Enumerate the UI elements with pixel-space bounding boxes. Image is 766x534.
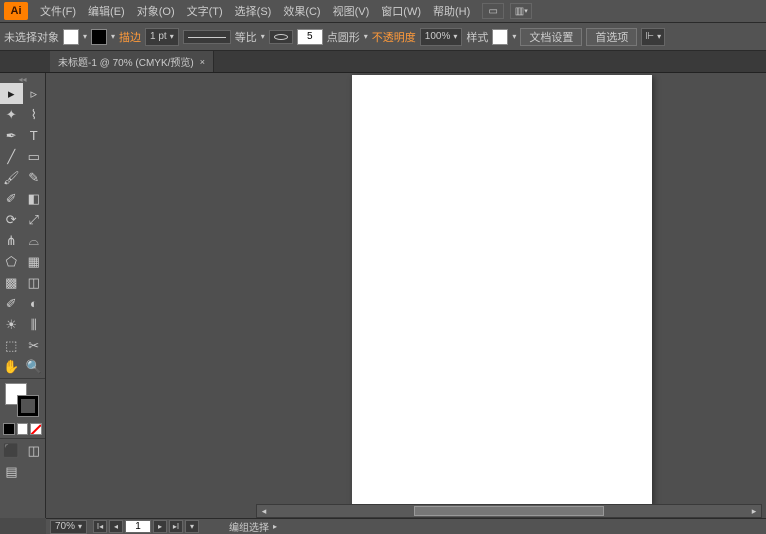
close-icon[interactable]: ×: [200, 57, 205, 67]
style-swatch[interactable]: [492, 29, 508, 45]
menubar: Ai 文件(F) 编辑(E) 对象(O) 文字(T) 选择(S) 效果(C) 视…: [0, 0, 766, 23]
stroke-dropdown-icon[interactable]: ▾: [111, 32, 115, 41]
pen-tool[interactable]: ✒: [0, 125, 23, 146]
blob-brush-tool[interactable]: ✐: [0, 188, 23, 209]
menu-select[interactable]: 选择(S): [229, 0, 278, 22]
direct-selection-tool[interactable]: ▹: [23, 83, 46, 104]
rectangle-tool[interactable]: ▭: [23, 146, 46, 167]
style-label: 样式: [466, 29, 488, 45]
document-setup-button[interactable]: 文档设置: [520, 28, 582, 46]
menu-file[interactable]: 文件(F): [34, 0, 82, 22]
eraser-tool[interactable]: ◧: [23, 188, 46, 209]
zoom-level-dropdown[interactable]: 70%▾: [50, 520, 87, 534]
stroke-profile-preview[interactable]: [183, 30, 231, 44]
draw-normal-icon[interactable]: ⬛: [0, 440, 23, 461]
blend-tool[interactable]: ◐: [23, 293, 46, 314]
toolbox-grip-icon[interactable]: ◂◂: [0, 75, 45, 83]
status-hint-arrow-icon[interactable]: ▸: [273, 522, 277, 531]
mesh-tool[interactable]: ▩: [0, 272, 23, 293]
scroll-right-icon[interactable]: ▸: [747, 506, 761, 517]
fill-dropdown-icon[interactable]: ▾: [83, 32, 87, 41]
rotate-tool[interactable]: ⟳: [0, 209, 23, 230]
menu-effect[interactable]: 效果(C): [277, 0, 326, 22]
app-logo-icon: Ai: [4, 2, 28, 20]
status-bar: 70%▾ I◂ ◂ ▸ ▸I ▾ 编组选择 ▸: [46, 518, 766, 534]
artboard-navigator: I◂ ◂ ▸ ▸I ▾: [93, 520, 199, 533]
arrange-icon[interactable]: ▥▾: [510, 3, 532, 19]
magic-wand-tool[interactable]: ✦: [0, 104, 23, 125]
artboard-nav-dropdown-icon[interactable]: ▾: [185, 520, 199, 533]
workspace: ◂◂ ▸▹ ✦⌇ ✒T ╱▭ 🖌✎ ✐◧ ⟳⤢ ⋔⌓ ⬠▦ ▩◫ ✐◐ ☀⫼ ⬚…: [0, 73, 766, 518]
canvas-area[interactable]: ◂ ▸: [46, 73, 766, 518]
preferences-button[interactable]: 首选项: [586, 28, 637, 46]
brush-profile-icon[interactable]: [269, 30, 293, 44]
warp-tool[interactable]: ⌓: [23, 230, 46, 251]
profile-dropdown-icon[interactable]: ▾: [364, 32, 368, 41]
menu-help[interactable]: 帮助(H): [427, 0, 476, 22]
draw-behind-icon[interactable]: ◫: [23, 440, 46, 461]
opacity-label[interactable]: 不透明度: [372, 29, 416, 45]
next-artboard-icon[interactable]: ▸: [153, 520, 167, 533]
scroll-left-icon[interactable]: ◂: [257, 506, 271, 517]
opacity-dropdown[interactable]: 100%▾: [420, 28, 463, 46]
artboard-number-input[interactable]: [125, 520, 151, 533]
first-artboard-icon[interactable]: I◂: [93, 520, 107, 533]
symbol-sprayer-tool[interactable]: ☀: [0, 314, 23, 335]
color-mode-icon[interactable]: [3, 423, 15, 435]
pencil-tool[interactable]: ✎: [23, 167, 46, 188]
selection-status: 未选择对象: [4, 29, 59, 45]
last-artboard-icon[interactable]: ▸I: [169, 520, 183, 533]
stroke-weight-dropdown[interactable]: 1 pt▾: [145, 28, 179, 46]
slice-tool[interactable]: ✂: [23, 335, 46, 356]
scale-tool[interactable]: ⤢: [23, 209, 46, 230]
document-tabs: 未标题-1 @ 70% (CMYK/预览) ×: [0, 51, 766, 73]
uniform-label: 等比: [235, 29, 257, 45]
stroke-color-icon[interactable]: [17, 395, 39, 417]
menu-object[interactable]: 对象(O): [131, 0, 181, 22]
perspective-grid-tool[interactable]: ▦: [23, 251, 46, 272]
stroke-swatch[interactable]: [91, 29, 107, 45]
stroke-label[interactable]: 描边: [119, 29, 141, 45]
style-dropdown-icon[interactable]: ▾: [512, 32, 516, 41]
document-tab[interactable]: 未标题-1 @ 70% (CMYK/预览) ×: [50, 51, 214, 72]
menu-text[interactable]: 文字(T): [181, 0, 229, 22]
lasso-tool[interactable]: ⌇: [23, 104, 46, 125]
profile-size-input[interactable]: [297, 29, 323, 45]
scroll-track[interactable]: [271, 506, 747, 516]
fill-stroke-control[interactable]: [3, 381, 42, 419]
artboard[interactable]: [352, 75, 652, 505]
uniform-dropdown-icon[interactable]: ▾: [261, 32, 265, 41]
menu-view[interactable]: 视图(V): [327, 0, 376, 22]
hand-tool[interactable]: ✋: [0, 356, 23, 377]
layout-icon[interactable]: ▭: [482, 3, 504, 19]
tab-title: 未标题-1 @ 70% (CMYK/预览): [58, 54, 194, 69]
column-graph-tool[interactable]: ⫼: [23, 314, 46, 335]
horizontal-scrollbar[interactable]: ◂ ▸: [256, 504, 762, 518]
menu-edit[interactable]: 编辑(E): [82, 0, 131, 22]
gradient-mode-icon[interactable]: [17, 423, 29, 435]
scroll-thumb[interactable]: [414, 506, 604, 516]
status-hint: 编组选择: [229, 519, 269, 534]
prev-artboard-icon[interactable]: ◂: [109, 520, 123, 533]
type-tool[interactable]: T: [23, 125, 46, 146]
paintbrush-tool[interactable]: 🖌: [0, 167, 23, 188]
eyedropper-tool[interactable]: ✐: [0, 293, 23, 314]
control-bar: 未选择对象 ▾ ▾ 描边 1 pt▾ 等比 ▾ 点圆形 ▾ 不透明度 100%▾…: [0, 23, 766, 51]
toolbox: ◂◂ ▸▹ ✦⌇ ✒T ╱▭ 🖌✎ ✐◧ ⟳⤢ ⋔⌓ ⬠▦ ▩◫ ✐◐ ☀⫼ ⬚…: [0, 73, 46, 518]
fill-swatch[interactable]: [63, 29, 79, 45]
screen-mode-icon[interactable]: ▤: [0, 461, 23, 482]
line-tool[interactable]: ╱: [0, 146, 23, 167]
width-tool[interactable]: ⋔: [0, 230, 23, 251]
shape-builder-tool[interactable]: ⬠: [0, 251, 23, 272]
gradient-tool[interactable]: ◫: [23, 272, 46, 293]
profile-name: 点圆形: [327, 29, 360, 45]
none-mode-icon[interactable]: [30, 423, 42, 435]
selection-tool[interactable]: ▸: [0, 83, 23, 104]
menu-window[interactable]: 窗口(W): [375, 0, 427, 22]
artboard-tool[interactable]: ⬚: [0, 335, 23, 356]
zoom-tool[interactable]: 🔍: [23, 356, 46, 377]
align-dropdown[interactable]: ⊩▾: [641, 28, 665, 46]
